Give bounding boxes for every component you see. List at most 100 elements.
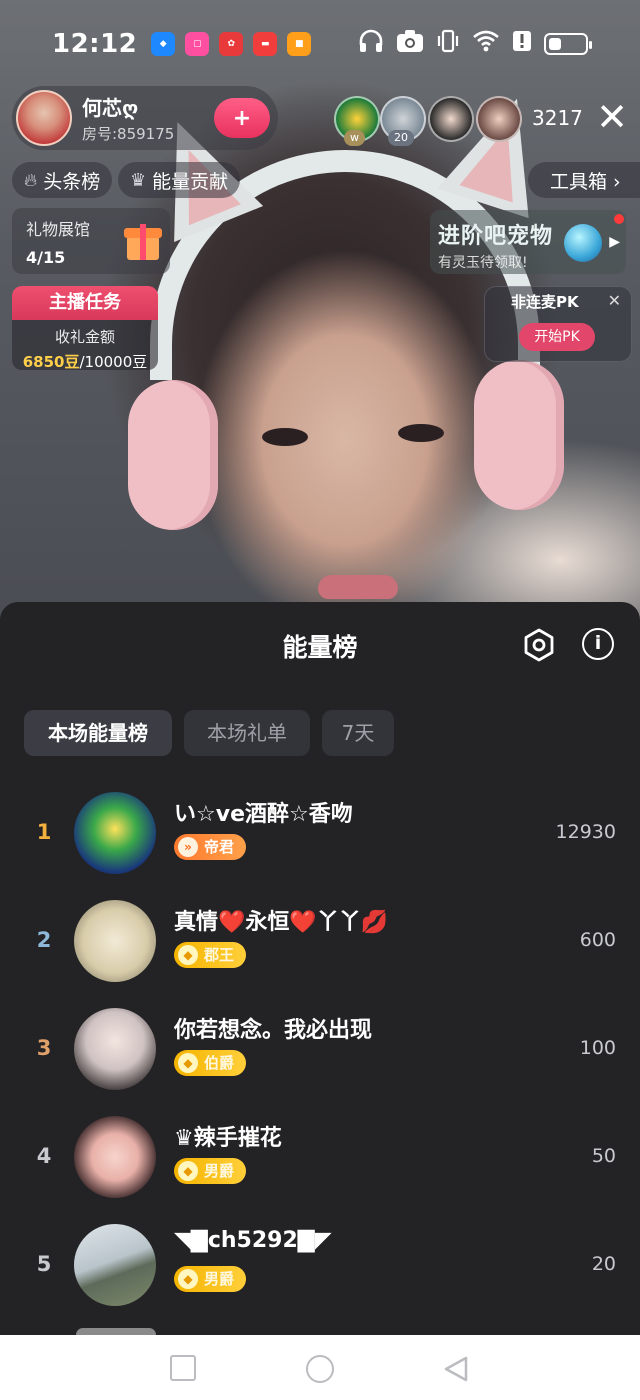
host-task-title: 主播任务 <box>12 286 158 320</box>
lips <box>318 575 398 599</box>
crystal-icon <box>564 224 602 262</box>
left-earcup <box>128 380 218 530</box>
host-task-total: /10000豆 <box>79 353 148 370</box>
game-app-icon: ■ <box>287 32 312 56</box>
navigation-bar <box>0 1335 640 1400</box>
ranking-row[interactable]: 5 ◥▇ch5292▇◤ ◆ 男爵 20 <box>0 1214 640 1314</box>
recent-apps-button[interactable] <box>170 1355 196 1381</box>
viewer-level-badge: w <box>344 130 365 146</box>
pk-mode-label: 非连麦PK <box>511 293 579 311</box>
viewer-count[interactable]: 3217 <box>532 106 583 130</box>
settings-icon[interactable] <box>522 628 556 662</box>
energy-ranking-sheet: 能量榜 i 本场能量榜 本场礼单 7天 1 い☆ve酒醉☆香吻 » 帝君 1293… <box>0 602 640 1335</box>
energy-score: 20 <box>591 1253 616 1275</box>
viewer-avatar-3[interactable] <box>428 96 474 142</box>
viewer-avatar-2[interactable]: 20 <box>380 96 426 146</box>
diamond-rank-icon: ◆ <box>178 1269 198 1289</box>
toolbox-label: 工具箱 › <box>550 170 621 193</box>
noble-badge: ◆ 郡王 <box>174 942 247 968</box>
energy-score: 50 <box>591 1145 616 1167</box>
crown-icon: ♛ <box>130 169 147 191</box>
tab-session-energy[interactable]: 本场能量榜 <box>24 710 172 756</box>
notification-dot <box>614 214 624 224</box>
gift-box-icon <box>124 220 162 260</box>
pk-card: 非连麦PK ✕ 开始PK <box>484 286 632 362</box>
huawei-app-icon: ✿ <box>219 32 244 56</box>
energy-score: 100 <box>579 1037 616 1059</box>
tab-session-gifts[interactable]: 本场礼单 <box>184 710 310 756</box>
left-eye <box>262 428 308 446</box>
user-avatar[interactable] <box>74 900 156 982</box>
headline-rank-label: 头条榜 <box>43 170 101 193</box>
square-app-icon: ▢ <box>185 32 210 56</box>
viewer-level-badge: 20 <box>388 130 414 146</box>
headphones-icon <box>358 29 384 59</box>
user-name: 真情❤️永恒❤️丫丫💋 <box>174 910 389 935</box>
camera-icon <box>396 29 424 59</box>
user-avatar[interactable] <box>74 792 156 874</box>
viewer-avatar-4[interactable] <box>476 96 522 142</box>
toutiao-app-icon: ▬ <box>253 32 278 56</box>
rank-number: 3 <box>36 1036 52 1060</box>
user-name: ◥▇ch5292▇◤ <box>174 1228 332 1253</box>
user-name: ♛辣手摧花 <box>174 1126 282 1151</box>
rank-number: 1 <box>36 820 52 844</box>
rank-number: 2 <box>36 928 52 952</box>
ranking-row[interactable]: 4 ♛辣手摧花 ◆ 男爵 50 <box>0 1106 640 1206</box>
battery-icon <box>544 33 592 55</box>
right-earcup <box>474 360 564 510</box>
home-button[interactable] <box>306 1355 334 1383</box>
clock: 12:12 <box>52 29 138 59</box>
wifi-icon <box>472 29 500 59</box>
user-name: い☆ve酒醉☆香吻 <box>174 802 353 827</box>
user-avatar[interactable] <box>74 1224 156 1306</box>
toolbox-button[interactable]: 工具箱 › <box>528 162 640 198</box>
next-row-avatar <box>76 1328 156 1335</box>
energy-score: 600 <box>579 929 616 951</box>
alert-icon <box>512 30 532 58</box>
noble-badge: ◆ 男爵 <box>174 1266 247 1292</box>
energy-contribution-chip[interactable]: ♛ 能量贡献 <box>118 162 241 198</box>
noble-badge: » 帝君 <box>174 834 247 860</box>
host-info-pill[interactable]: 何芯ღ 房号:859175 + <box>12 86 278 150</box>
pet-promo-banner[interactable]: 进阶吧宠物 有灵玉待领取! ▶ <box>430 210 626 274</box>
noble-badge: ◆ 伯爵 <box>174 1050 247 1076</box>
ranking-row[interactable]: 1 い☆ve酒醉☆香吻 » 帝君 12930 <box>0 782 640 882</box>
user-avatar[interactable] <box>74 1008 156 1090</box>
room-number: 房号:859175 <box>82 125 175 143</box>
host-task-card[interactable]: 主播任务 收礼金额 6850豆/10000豆 <box>12 286 158 370</box>
host-task-label: 收礼金额 <box>54 328 115 346</box>
play-arrow-icon: ▶ <box>609 234 620 250</box>
start-pk-button[interactable]: 开始PK <box>519 323 595 351</box>
rank-number: 4 <box>36 1144 52 1168</box>
ranking-row[interactable]: 2 真情❤️永恒❤️丫丫💋 ◆ 郡王 600 <box>0 890 640 990</box>
vibrate-icon <box>436 29 460 59</box>
host-task-progress: 6850豆/10000豆 <box>12 351 158 370</box>
host-name: 何芯ღ <box>82 96 139 120</box>
diamond-rank-icon: ◆ <box>178 945 198 965</box>
diamond-rank-icon: ◆ <box>178 1161 198 1181</box>
viewer-avatar-1[interactable]: w <box>334 96 380 146</box>
shield-app-icon: ◆ <box>151 32 176 56</box>
chevron-rank-icon: » <box>178 837 198 857</box>
diamond-rank-icon: ◆ <box>178 1053 198 1073</box>
ranking-row[interactable]: 3 你若想念。我必出现 ◆ 伯爵 100 <box>0 998 640 1098</box>
gift-hall-card[interactable]: 礼物展馆 4/15 <box>12 208 170 274</box>
rank-number: 5 <box>36 1252 52 1276</box>
energy-contribution-label: 能量贡献 <box>152 170 229 193</box>
energy-score: 12930 <box>555 821 616 843</box>
pk-close-icon[interactable]: ✕ <box>608 291 621 310</box>
user-name: 你若想念。我必出现 <box>174 1018 373 1043</box>
user-avatar[interactable] <box>74 1116 156 1198</box>
status-bar: 12:12 ◆ ▢ ✿ ▬ ■ <box>0 0 640 88</box>
close-icon[interactable]: ✕ <box>592 98 632 138</box>
info-icon[interactable]: i <box>582 628 614 660</box>
follow-button[interactable]: + <box>214 98 270 138</box>
headline-rank-chip[interactable]: 🔥︎ 头条榜 <box>12 162 113 198</box>
tab-7-days[interactable]: 7天 <box>322 710 394 756</box>
right-eye <box>398 424 444 442</box>
flame-icon: 🔥︎ <box>24 169 38 191</box>
host-avatar[interactable] <box>16 90 72 146</box>
host-task-current: 6850豆 <box>22 353 80 370</box>
back-button[interactable] <box>442 1355 470 1383</box>
